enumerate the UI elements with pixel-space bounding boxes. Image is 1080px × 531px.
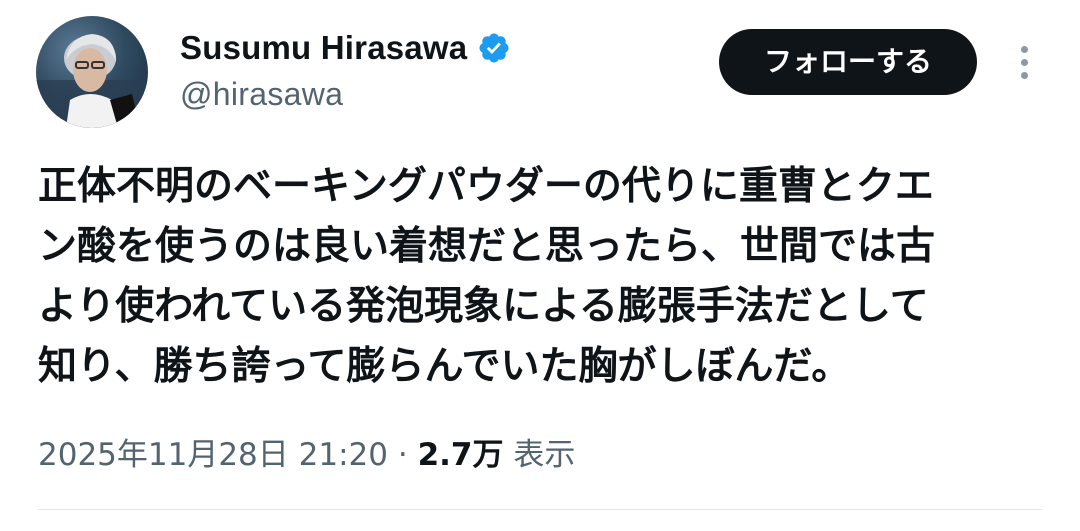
tweet-meta: 2025年11月28日 21:20 · 2.7万 表示 (38, 432, 575, 478)
views-label: 表示 (513, 437, 576, 473)
follow-button[interactable]: フォローする (719, 29, 977, 95)
avatar[interactable] (36, 16, 148, 128)
tweet-text-line: ン酸を使うのは良い着想だと思ったら、世間では古 (38, 224, 936, 269)
tweet-card: Susumu Hirasawa @hirasawa フォローする 正体不明のベー… (0, 0, 1080, 531)
tweet-text-line: より使われている発泡現象による膨張手法だとして (38, 284, 929, 329)
divider (38, 509, 1042, 510)
tweet-text-line: 知り、勝ち誇って膨らんでいた胸がしぼんだ。 (38, 344, 851, 389)
author-name-row: Susumu Hirasawa (180, 28, 511, 68)
more-dot (1020, 71, 1028, 79)
avatar-image (36, 16, 148, 128)
more-dot (1020, 45, 1028, 53)
author-handle[interactable]: @hirasawa (180, 74, 343, 114)
views-count[interactable]: 2.7万 (418, 437, 504, 473)
tweet-text: 正体不明のベーキングパウダーの代りに重曹とクエ ン酸を使うのは良い着想だと思った… (38, 157, 1048, 397)
tweet-timestamp[interactable]: 2025年11月28日 21:20 (38, 437, 388, 473)
meta-separator: · (397, 437, 408, 473)
tweet-text-line: 正体不明のベーキングパウダーの代りに重曹とクエ (38, 164, 934, 209)
verified-badge-icon[interactable] (477, 31, 511, 65)
more-options-icon[interactable] (1004, 40, 1044, 84)
more-dot (1020, 58, 1028, 66)
author-display-name[interactable]: Susumu Hirasawa (180, 28, 467, 68)
